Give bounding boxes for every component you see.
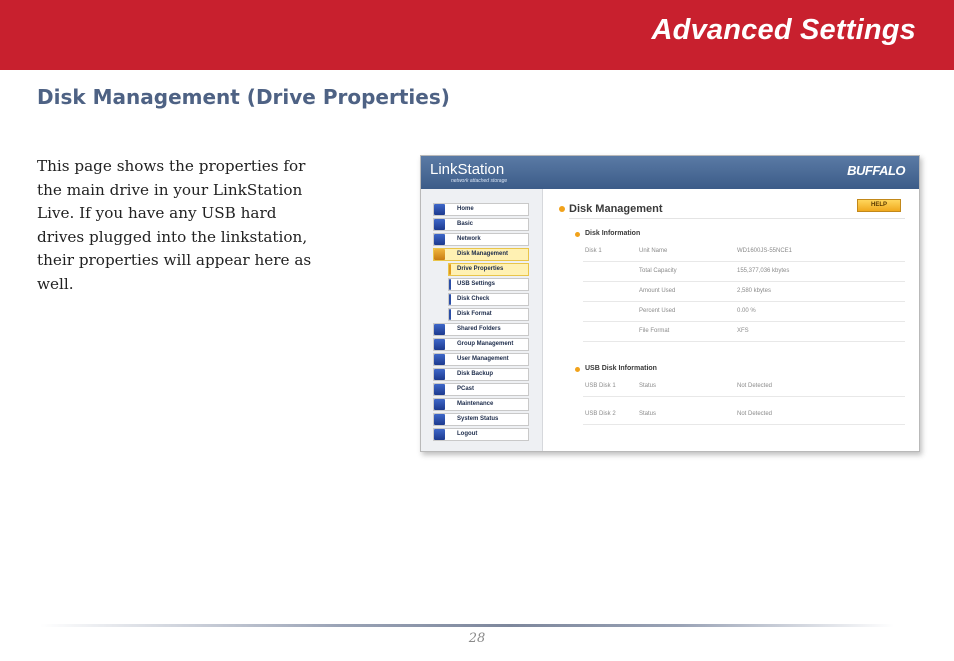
disk-label: Disk 1	[585, 248, 602, 254]
nav-subitem-usb-settings[interactable]: USB Settings	[448, 278, 529, 291]
nav-subitem-disk-check[interactable]: Disk Check	[448, 293, 529, 306]
disk-row-value: WD1600JS-55NCE1	[737, 248, 793, 254]
usb-disk-label: USB Disk 1	[585, 383, 616, 389]
nav-label: Network	[457, 236, 481, 242]
usb-row-value: Not Detected	[737, 383, 773, 389]
body-line: drives plugged into the linkstation,	[37, 227, 308, 246]
usb-disk-information-title: USB Disk Information	[585, 365, 657, 372]
body-line: Live. If you have any USB hard	[37, 204, 277, 223]
screenshot-main: Disk Management HELP Disk Information Di…	[543, 189, 919, 451]
home-icon	[434, 204, 445, 215]
row-divider	[583, 261, 905, 262]
nav-item-disk-management[interactable]: Disk Management	[433, 248, 529, 261]
screenshot-header: LinkStation network attached storage BUF…	[421, 156, 919, 189]
sub-marker-icon	[449, 309, 451, 320]
nav-item-group-management[interactable]: Group Management	[433, 338, 529, 351]
linkstation-logo: LinkStation	[430, 161, 505, 178]
nav-subitem-disk-format[interactable]: Disk Format	[448, 308, 529, 321]
body-line: well.	[37, 274, 74, 293]
header-banner: Advanced Settings	[0, 0, 954, 70]
nav-subitem-drive-properties[interactable]: Drive Properties	[448, 263, 529, 276]
usb-disk-label: USB Disk 2	[585, 411, 616, 417]
linkstation-tagline: network attached storage	[451, 178, 508, 184]
nav-label: Disk Check	[457, 296, 490, 302]
nav-label: Maintenance	[457, 401, 494, 407]
nav-item-maintenance[interactable]: Maintenance	[433, 398, 529, 411]
nav-item-shared-folders[interactable]: Shared Folders	[433, 323, 529, 336]
body-paragraph: This page shows the properties for the m…	[37, 155, 367, 297]
screenshot-sidebar: Home Basic Network Disk Management Drive…	[421, 189, 543, 451]
nav-label: Home	[457, 206, 474, 212]
nav-label: Drive Properties	[457, 266, 504, 272]
body-line: their properties will appear here as	[37, 251, 312, 270]
disk-row-value: 0.00 %	[737, 308, 756, 314]
nav-label: PCast	[457, 386, 475, 392]
nav-item-home[interactable]: Home	[433, 203, 529, 216]
sub-marker-icon	[449, 264, 451, 275]
body-line: This page shows the properties for	[37, 157, 306, 175]
group-icon	[434, 339, 445, 350]
disk-row-key: Total Capacity	[639, 268, 677, 274]
disk-row-key: File Format	[639, 328, 670, 334]
title-divider	[569, 218, 905, 219]
nav-label: Shared Folders	[457, 326, 501, 332]
disk-row-value: 2,580 kbytes	[737, 288, 772, 294]
footer-rule	[40, 624, 894, 627]
nav-item-basic[interactable]: Basic	[433, 218, 529, 231]
disk-icon	[434, 249, 445, 260]
row-divider	[583, 321, 905, 322]
nav-label: System Status	[457, 416, 499, 422]
nav-label: Logout	[457, 431, 478, 437]
nav-item-network[interactable]: Network	[433, 233, 529, 246]
status-icon	[434, 414, 445, 425]
network-icon	[434, 234, 445, 245]
nav-label: Disk Format	[457, 311, 492, 317]
row-divider	[583, 341, 905, 342]
nav-label: Group Management	[457, 341, 514, 347]
nav-item-disk-backup[interactable]: Disk Backup	[433, 368, 529, 381]
usb-row-key: Status	[639, 383, 657, 389]
section-bullet-icon	[575, 232, 580, 237]
row-divider	[583, 396, 905, 397]
body-line: the main drive in your LinkStation	[37, 180, 303, 199]
nav-label: Disk Management	[457, 251, 509, 257]
page-number: 28	[468, 631, 486, 646]
title-bullet-icon	[559, 206, 565, 212]
disk-row-key: Unit Name	[639, 248, 668, 254]
disk-row-key: Amount Used	[639, 288, 676, 294]
usb-row-value: Not Detected	[737, 411, 773, 417]
maintenance-icon	[434, 399, 445, 410]
nav-item-logout[interactable]: Logout	[433, 428, 529, 441]
section-bullet-icon	[575, 367, 580, 372]
nav-label: User Management	[457, 356, 509, 362]
basic-icon	[434, 219, 445, 230]
sub-marker-icon	[449, 279, 451, 290]
usb-row-key: Status	[639, 411, 657, 417]
user-icon	[434, 354, 445, 365]
pcast-icon	[434, 384, 445, 395]
disk-row-value: XFS	[737, 328, 749, 334]
disk-row-value: 155,377,036 kbytes	[737, 268, 790, 274]
section-title: Disk Management (Drive Properties)	[37, 85, 450, 109]
nav-item-user-management[interactable]: User Management	[433, 353, 529, 366]
linkstation-screenshot: LinkStation network attached storage BUF…	[420, 155, 920, 452]
folder-icon	[434, 324, 445, 335]
buffalo-logo: BUFFALO	[847, 163, 905, 178]
nav-label: Disk Backup	[457, 371, 494, 377]
logout-icon	[434, 429, 445, 440]
sub-marker-icon	[449, 294, 451, 305]
banner-title: Advanced Settings	[651, 14, 916, 46]
row-divider	[583, 424, 905, 425]
backup-icon	[434, 369, 445, 380]
row-divider	[583, 301, 905, 302]
help-button[interactable]: HELP	[857, 199, 901, 212]
nav-label: USB Settings	[457, 281, 496, 287]
row-divider	[583, 281, 905, 282]
nav-item-system-status[interactable]: System Status	[433, 413, 529, 426]
disk-management-title: Disk Management	[569, 203, 663, 215]
nav-label: Basic	[457, 221, 474, 227]
nav-item-pcast[interactable]: PCast	[433, 383, 529, 396]
disk-row-key: Percent Used	[639, 308, 676, 314]
disk-information-title: Disk Information	[585, 230, 641, 237]
